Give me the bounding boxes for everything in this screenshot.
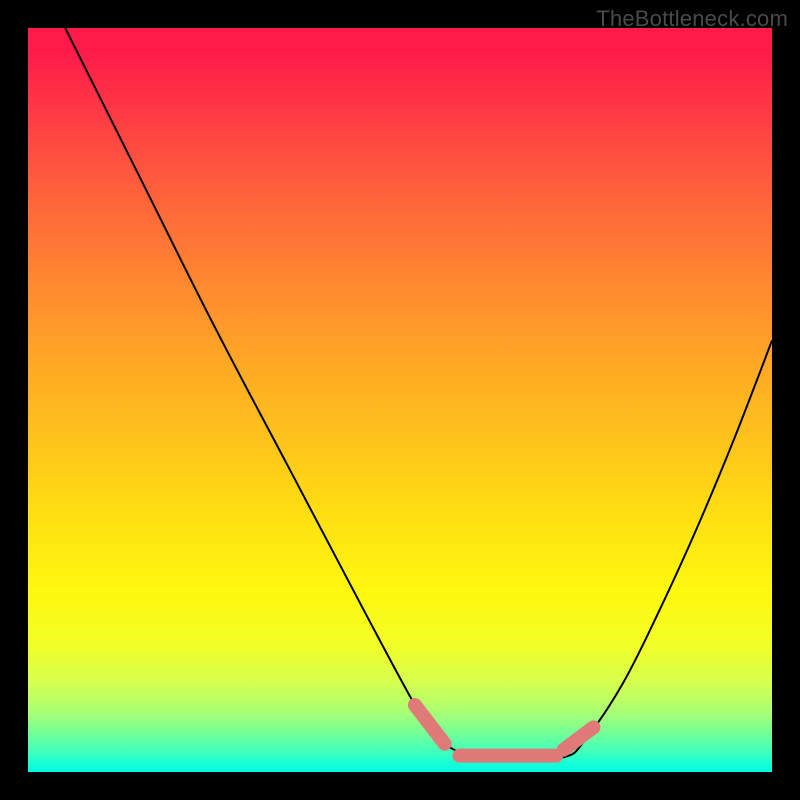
highlight-segment-2 <box>564 727 594 749</box>
highlight-layer <box>415 705 594 756</box>
series-left-curve <box>65 28 511 759</box>
series-right-curve <box>512 340 772 758</box>
highlight-segment-0 <box>415 705 445 744</box>
chart-svg <box>28 28 772 772</box>
chart-plot-area <box>28 28 772 772</box>
watermark-label: TheBottleneck.com <box>596 6 788 32</box>
curve-layer <box>65 28 772 759</box>
